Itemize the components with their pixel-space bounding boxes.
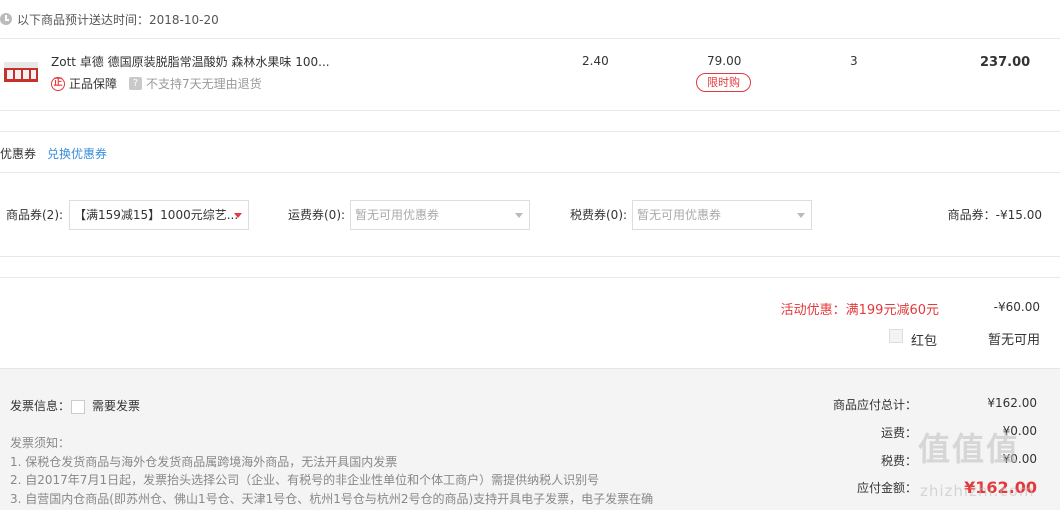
- delivery-info: 以下商品预计送达时间：2018-10-20: [0, 8, 219, 30]
- clock-icon: [0, 13, 12, 25]
- flash-sale-tag: 限时购: [696, 73, 751, 92]
- dropdown-arrow-icon: [515, 213, 523, 218]
- dropdown-arrow-icon: [234, 213, 242, 218]
- return-policy-label: 不支持7天无理由退货: [146, 77, 262, 91]
- divider: [0, 131, 1060, 132]
- invoice-note: 3. 自营国内仓商品(即苏州仓、佛山1号仓、天津1号仓、杭州1号仓与杭州2号仓的…: [10, 491, 654, 506]
- hongbao-checkbox[interactable]: [889, 329, 903, 343]
- tax-label: 税费：: [880, 454, 917, 468]
- divider: [0, 172, 1060, 173]
- goods-coupon-label: 商品券(2):: [6, 208, 64, 222]
- watermark-url: zhizhizhi.com: [920, 482, 1035, 500]
- delivery-text: 以下商品预计送达时间：2018-10-20: [17, 12, 219, 27]
- coupon-title: 优惠券: [0, 147, 37, 161]
- subtotal-value: ¥162.00: [987, 396, 1037, 410]
- invoice-need-label[interactable]: 需要发票: [92, 397, 140, 414]
- promotion-label: 活动优惠：满199元减60元: [780, 303, 939, 318]
- dropdown-arrow-icon: [797, 213, 805, 218]
- product-total: 237.00: [980, 55, 1031, 70]
- product-price: 79.00: [707, 54, 742, 68]
- genuine-icon: 正: [51, 76, 65, 91]
- divider: [0, 277, 1060, 278]
- invoice-label: 发票信息：: [10, 399, 71, 413]
- shipping-label: 运费：: [880, 426, 917, 440]
- divider: [0, 38, 1060, 39]
- goods-coupon-value: 【满159减15】1000元综艺...: [74, 208, 239, 222]
- tax-coupon-label: 税费券(0):: [570, 208, 628, 222]
- tax-coupon-select[interactable]: 暂无可用优惠券: [632, 200, 812, 230]
- question-icon[interactable]: ?: [129, 77, 143, 90]
- product-name[interactable]: Zott 卓德 德国原装脱脂常温酸奶 森林水果味 100...: [51, 53, 330, 70]
- shipping-coupon-label: 运费券(0):: [288, 208, 346, 222]
- invoice-note: 1. 保税仓发货商品与海外仓发货商品属跨境海外商品，无法开具国内发票: [10, 454, 398, 469]
- invoice-note: 发票须知：: [10, 436, 71, 450]
- product-thumbnail[interactable]: [3, 56, 39, 86]
- product-quantity: 3: [850, 54, 858, 68]
- subtotal-label: 商品应付总计：: [832, 398, 917, 412]
- tax-coupon-placeholder: 暂无可用优惠券: [637, 208, 722, 222]
- product-tax: 2.40: [582, 54, 609, 68]
- redeem-coupon-link[interactable]: 兑换优惠券: [47, 145, 107, 162]
- invoice-notes: 发票须知： 1. 保税仓发货商品与海外仓发货商品属跨境海外商品，无法开具国内发票…: [10, 434, 653, 508]
- hongbao-label: 红包: [911, 334, 938, 349]
- invoice-checkbox[interactable]: [71, 400, 85, 414]
- goods-coupon-select[interactable]: 【满159减15】1000元综艺...: [69, 200, 249, 230]
- subtotal-row: 商品应付总计： ¥162.00: [797, 396, 1037, 413]
- promotion-value: -¥60.00: [993, 300, 1040, 314]
- shipping-coupon-select[interactable]: 暂无可用优惠券: [350, 200, 530, 230]
- divider: [0, 110, 1060, 111]
- genuine-label: 正品保障: [69, 77, 118, 91]
- shipping-coupon-placeholder: 暂无可用优惠券: [355, 208, 440, 222]
- hongbao-value: 暂无可用: [987, 333, 1040, 348]
- divider: [0, 256, 1060, 257]
- coupon-discount: 商品券：-¥15.00: [947, 208, 1042, 222]
- invoice-note: 2. 自2017年7月1日起，发票抬头选择公司（企业、有税号的非企业性单位和个体…: [10, 473, 600, 487]
- payable-label: 应付金额：: [856, 481, 917, 495]
- product-badges: 正 正品保障 ? 不支持7天无理由退货: [51, 75, 262, 92]
- watermark: 值值值: [918, 430, 1021, 468]
